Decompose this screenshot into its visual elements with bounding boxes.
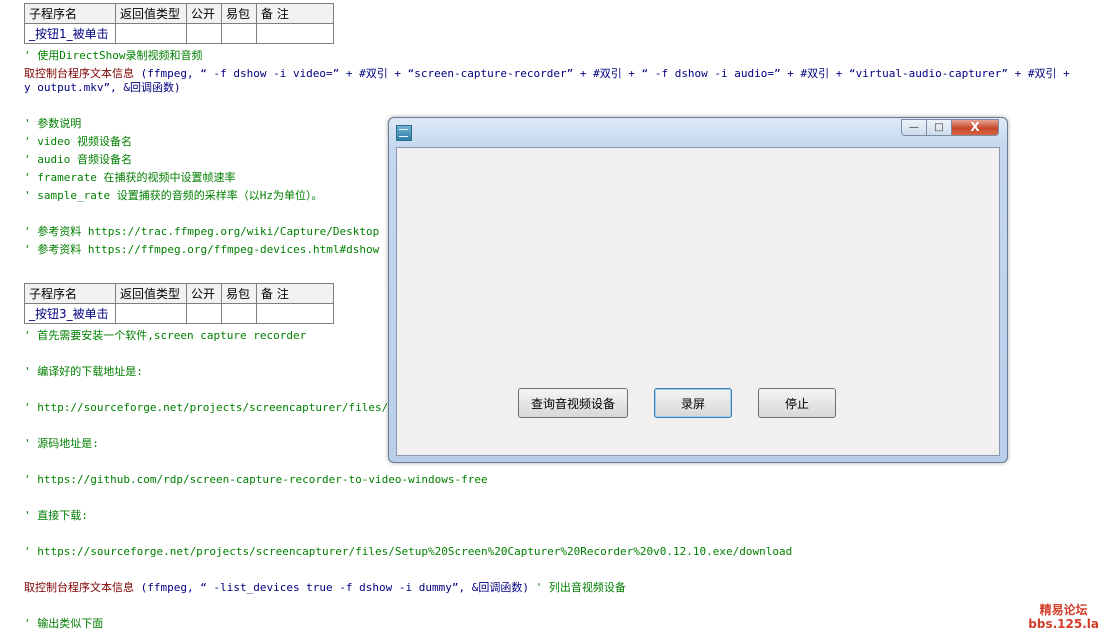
code-comment: ' https://sourceforge.net/projects/scree…: [24, 545, 793, 558]
code-comment: ' 参考资料 https://trac.ffmpeg.org/wiki/Capt…: [24, 225, 380, 238]
subroutine-name[interactable]: _按钮1_被单击: [24, 23, 116, 44]
code-line[interactable]: 取控制台程序文本信息 (ffmpeg, “ -f dshow -i video=…: [24, 67, 1070, 81]
command-name: 取控制台程序文本信息: [24, 67, 134, 80]
minimize-button[interactable]: —: [901, 119, 927, 136]
code-comment: ' https://github.com/rdp/screen-capture-…: [24, 473, 488, 486]
app-icon: [396, 125, 412, 141]
code-comment: ' 首先需要安装一个软件,screen capture recorder: [24, 329, 307, 342]
col-header: 公开: [186, 283, 222, 304]
col-header: 易包: [221, 283, 257, 304]
code-comment: ' 输出类似下面: [24, 617, 104, 630]
public-cell[interactable]: [186, 303, 222, 324]
code-comment: ' 参考资料 https://ffmpeg.org/ffmpeg-devices…: [24, 243, 380, 256]
code-comment: ' video 视频设备名: [24, 135, 132, 148]
code-comment: ' sample_rate 设置捕获的音频的采样率（以Hz为单位）。: [24, 189, 323, 202]
query-devices-button[interactable]: 查询音视频设备: [518, 388, 628, 418]
col-header: 返回值类型: [115, 283, 187, 304]
easy-pack-cell[interactable]: [221, 303, 257, 324]
return-type-cell[interactable]: [115, 23, 187, 44]
site-watermark: 精易论坛 bbs.125.la: [1028, 603, 1099, 631]
code-comment: ' 源码地址是:: [24, 437, 99, 450]
subroutine-table-2: 子程序名 返回值类型 公开 易包 备 注 _按钮3_被单击: [24, 283, 334, 324]
record-screen-button[interactable]: 录屏: [654, 388, 732, 418]
public-cell[interactable]: [186, 23, 222, 44]
remark-cell[interactable]: [256, 303, 334, 324]
watermark-url: bbs.125.la: [1028, 617, 1099, 631]
code-line[interactable]: 取控制台程序文本信息 (ffmpeg, “ -list_devices true…: [24, 581, 626, 595]
maximize-button[interactable]: □: [926, 119, 952, 136]
code-line-continued: y output.mkv”, &回调函数): [24, 81, 181, 94]
app-window: — □ X 查询音视频设备 录屏 停止: [388, 117, 1008, 463]
subroutine-name[interactable]: _按钮3_被单击: [24, 303, 116, 324]
window-client-area: 查询音视频设备 录屏 停止: [396, 147, 1000, 456]
command-args: (ffmpeg, “ -list_devices true -f dshow -…: [134, 581, 529, 594]
code-comment: ' 编译好的下载地址是:: [24, 365, 143, 378]
inline-comment: ' 列出音视频设备: [529, 581, 626, 594]
subroutine-table-1: 子程序名 返回值类型 公开 易包 备 注 _按钮1_被单击: [24, 3, 334, 44]
command-args: (ffmpeg, “ -f dshow -i video=” + #双引 + “…: [134, 67, 1070, 80]
code-comment: ' framerate 在捕获的视频中设置帧速率: [24, 171, 236, 184]
code-comment: ' audio 音频设备名: [24, 153, 132, 166]
watermark-title: 精易论坛: [1039, 603, 1088, 617]
code-comment: ' http://sourceforge.net/projects/screen…: [24, 401, 389, 414]
remark-cell[interactable]: [256, 23, 334, 44]
return-type-cell[interactable]: [115, 303, 187, 324]
col-header: 公开: [186, 3, 222, 24]
col-header: 子程序名: [24, 3, 116, 24]
code-comment: ' 使用DirectShow录制视频和音频: [24, 49, 203, 62]
command-name: 取控制台程序文本信息: [24, 581, 134, 594]
stop-button[interactable]: 停止: [758, 388, 836, 418]
easy-pack-cell[interactable]: [221, 23, 257, 44]
col-header: 易包: [221, 3, 257, 24]
close-button[interactable]: X: [951, 119, 999, 136]
col-header: 返回值类型: [115, 3, 187, 24]
col-header: 备 注: [256, 283, 334, 304]
code-comment: ' 参数说明: [24, 117, 82, 130]
col-header: 备 注: [256, 3, 334, 24]
code-comment: ' 直接下载:: [24, 509, 88, 522]
col-header: 子程序名: [24, 283, 116, 304]
